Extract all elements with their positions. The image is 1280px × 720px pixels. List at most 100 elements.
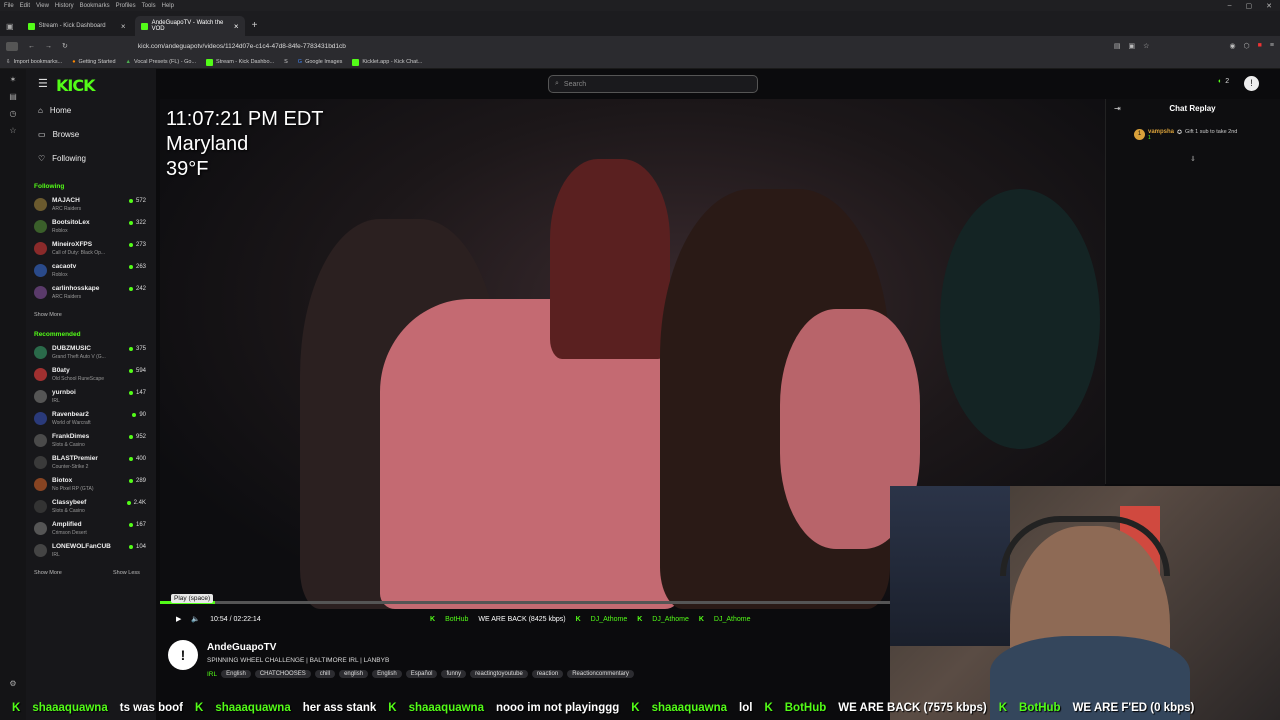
channel-item[interactable]: B0aty Old School RuneScape 594	[34, 366, 146, 386]
volume-icon[interactable]: 🔈	[191, 615, 200, 623]
close-tab-icon[interactable]: ×	[121, 22, 126, 31]
bookmarks-icon[interactable]: ☆	[9, 126, 16, 135]
channel-category: Old School RuneScape	[52, 376, 104, 382]
kick-logo[interactable]: KICK	[56, 76, 95, 95]
viewer-count: 273	[128, 242, 146, 248]
tag-pill[interactable]: CHATCHOOSES	[254, 670, 311, 678]
tag-pill[interactable]: Reactioncommentary	[567, 670, 634, 678]
browser-tab-dashboard[interactable]: Stream - Kick Dashboard ×	[22, 16, 132, 36]
tag-pill[interactable]: Español	[405, 670, 438, 678]
search-input[interactable]: ⌕ Search	[548, 75, 758, 93]
following-show-more[interactable]: Show More	[34, 312, 62, 318]
channel-item[interactable]: DUBZMUSIC Grand Theft Auto V (G... 375	[34, 344, 146, 364]
channel-avatar	[34, 544, 47, 557]
ai-icon[interactable]: ✶	[10, 75, 17, 84]
close-tab-icon[interactable]: ×	[234, 22, 239, 31]
ticker-message: WE ARE F'ED (0 kbps)	[1072, 702, 1195, 714]
bookmark-google-images[interactable]: G Google Images	[298, 59, 343, 65]
channel-item[interactable]: cacaotv Roblox 263	[34, 262, 146, 282]
channel-item[interactable]: carlinhosskape ARC Raiders 242	[34, 284, 146, 304]
maximize-icon[interactable]: ▢	[1246, 2, 1253, 10]
tag-pill[interactable]: english	[339, 670, 369, 678]
bookmark-getting-started[interactable]: ● Getting Started	[72, 59, 115, 65]
menu-profiles[interactable]: Profiles	[116, 3, 136, 9]
live-dot-icon	[128, 457, 133, 461]
settings-icon[interactable]: ⚙	[9, 679, 16, 688]
tag-pill[interactable]: chill	[314, 670, 336, 678]
recommended-show-less[interactable]: Show Less	[113, 570, 140, 576]
viewer-count-value: 242	[135, 286, 146, 292]
sidebar-toggle-icon[interactable]	[6, 41, 18, 51]
menu-history[interactable]: History	[55, 3, 74, 9]
video-progress-bar[interactable]	[160, 601, 890, 604]
overlay-chat-ticker: Kshaaaquawna ts was boof Kshaaaquawna her a…	[0, 698, 1280, 718]
user-avatar[interactable]: !	[1244, 76, 1259, 91]
live-dot-icon	[128, 391, 133, 395]
channel-item[interactable]: yurnboi IRL 147	[34, 388, 146, 408]
bookmark-import[interactable]: ⇩ Import bookmarks...	[6, 59, 62, 65]
reader-icon[interactable]: ▤	[1114, 42, 1121, 50]
channel-avatar[interactable]: !	[168, 640, 198, 670]
nav-following[interactable]: ♡ Following	[38, 154, 86, 163]
channel-item[interactable]: LONEWOLFanCUB IRL 104	[34, 542, 146, 562]
address-field[interactable]: kick.com/andeguapotv/videos/1124d07e-c1c…	[138, 43, 346, 50]
menu-file[interactable]: File	[4, 3, 14, 9]
pip-icon[interactable]: ▣	[1129, 42, 1136, 50]
forward-icon[interactable]: →	[45, 43, 52, 50]
extensions-icon[interactable]: ⬡	[1244, 42, 1250, 50]
overlay-location: Maryland	[166, 133, 249, 155]
extension-red-icon[interactable]: ■	[1258, 42, 1262, 50]
ticker-username: BotHub	[1019, 702, 1061, 714]
bookmark-kick-dashboard[interactable]: Stream - Kick Dashbo...	[206, 58, 274, 66]
back-icon[interactable]: ←	[28, 43, 35, 50]
reading-list-icon[interactable]: ▤	[9, 92, 17, 101]
hamburger-icon[interactable]: ☰	[38, 77, 48, 90]
browser-tab-vod[interactable]: AndeGuapoTV - Watch the VOD ×	[134, 16, 245, 36]
notification-button[interactable]: ◐ 2	[1218, 78, 1229, 85]
channel-item[interactable]: BLASTPremier Counter-Strike 2 400	[34, 454, 146, 474]
channel-item[interactable]: FrankDimes Slots & Casino 952	[34, 432, 146, 452]
menu-bookmarks[interactable]: Bookmarks	[80, 3, 110, 9]
tag-pill[interactable]: English	[372, 670, 402, 678]
menu-help[interactable]: Help	[162, 3, 174, 9]
channel-category: ARC Raiders	[52, 206, 82, 212]
bookmark-s[interactable]: S	[284, 59, 288, 65]
channel-item[interactable]: BootsitoLex Roblox 322	[34, 218, 146, 238]
kick-icon: K	[388, 702, 397, 714]
channel-avatar	[34, 456, 47, 469]
tag-pill[interactable]: reactingtoyoutube	[470, 670, 528, 678]
bookmark-kicklet[interactable]: Kicklet.app - Kick Chat...	[352, 58, 422, 66]
channel-name[interactable]: AndeGuapoTV	[207, 642, 276, 653]
play-tooltip: Play (space)	[171, 594, 214, 603]
scroll-down-icon[interactable]: ⇓	[1190, 155, 1196, 163]
menu-tools[interactable]: Tools	[142, 3, 156, 9]
nav-home[interactable]: ⌂ Home	[38, 106, 71, 115]
account-icon[interactable]: ◉	[1229, 42, 1235, 50]
play-icon[interactable]: ▶	[176, 615, 181, 623]
channel-item[interactable]: MAJACH ARC Raiders 572	[34, 196, 146, 216]
nav-browse[interactable]: ▭ Browse	[38, 130, 79, 139]
tab-overview-icon[interactable]: ▣	[6, 22, 14, 31]
history-icon[interactable]: ◷	[10, 109, 17, 118]
menu-icon[interactable]: ≡	[1270, 42, 1274, 50]
channel-item[interactable]: Amplified Crimson Desert 167	[34, 520, 146, 540]
close-window-icon[interactable]: ✕	[1266, 2, 1272, 10]
menu-edit[interactable]: Edit	[20, 3, 30, 9]
reload-icon[interactable]: ↻	[62, 42, 68, 50]
channel-item[interactable]: Classybeef Slots & Casino 2.4K	[34, 498, 146, 518]
kick-icon: K	[12, 702, 21, 714]
category-link[interactable]: IRL	[207, 671, 217, 678]
minimize-icon[interactable]: –	[1228, 2, 1232, 10]
new-tab-icon[interactable]: +	[252, 20, 258, 31]
viewer-count-value: 273	[135, 242, 146, 248]
channel-item[interactable]: MineiroXFPS Call of Duty: Black Op... 273	[34, 240, 146, 260]
tag-pill[interactable]: English	[221, 670, 251, 678]
bookmark-star-icon[interactable]: ☆	[1143, 42, 1149, 50]
tag-pill[interactable]: funny	[441, 670, 467, 678]
channel-item[interactable]: Biotox No Pixel RP (GTA) 289	[34, 476, 146, 496]
bookmark-vocal-presets[interactable]: ▲ Vocal Presets (FL) - Go...	[126, 59, 197, 65]
recommended-show-more[interactable]: Show More	[34, 570, 62, 576]
channel-item[interactable]: Ravenbear2 World of Warcraft 90	[34, 410, 146, 430]
menu-view[interactable]: View	[36, 3, 49, 9]
tag-pill[interactable]: reaction	[531, 670, 564, 678]
